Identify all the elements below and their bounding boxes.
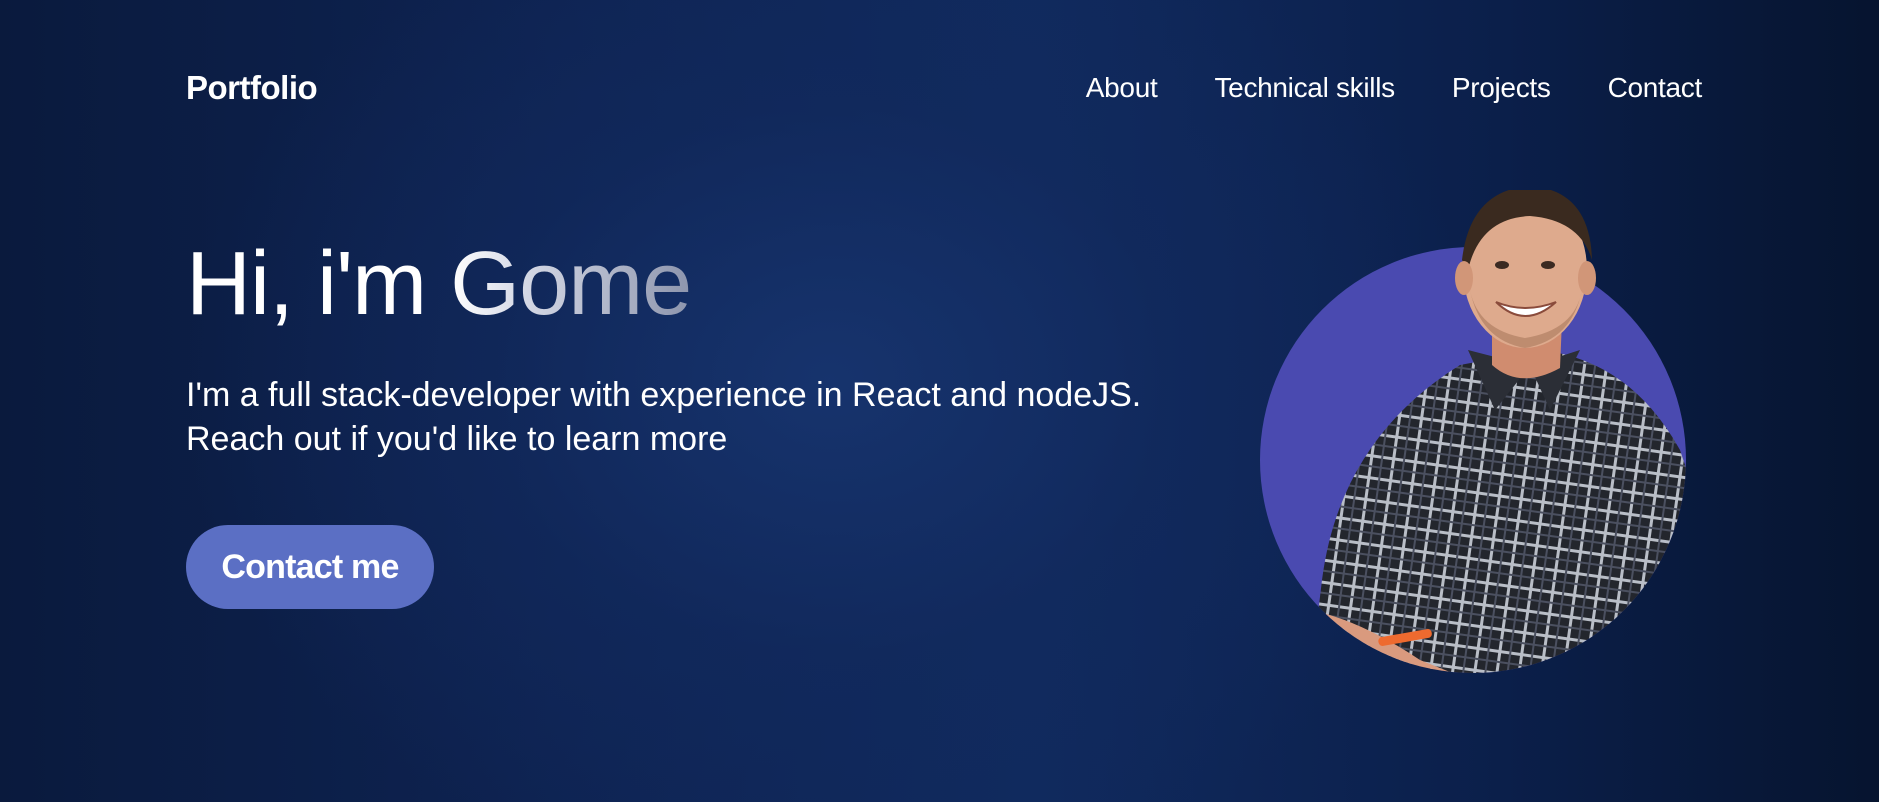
hero-name: Gome [450, 234, 692, 334]
hero-greeting: Hi, i'm [186, 234, 451, 334]
navbar: Portfolio About Technical skills Project… [186, 60, 1702, 116]
hero-title: Hi, i'm Gome [186, 234, 692, 334]
page: Portfolio About Technical skills Project… [0, 0, 1879, 802]
nav-link-projects[interactable]: Projects [1452, 72, 1551, 104]
hero-description-line1: I'm a full stack-developer with experien… [186, 376, 1142, 414]
profile-photo [1230, 190, 1730, 680]
nav-link-contact[interactable]: Contact [1608, 72, 1703, 104]
brand-logo[interactable]: Portfolio [186, 69, 318, 107]
contact-me-button[interactable]: Contact me [186, 525, 434, 609]
nav-link-technical-skills[interactable]: Technical skills [1214, 72, 1395, 104]
nav-links: About Technical skills Projects Contact [1086, 72, 1703, 104]
hero-description-line2: Reach out if you'd like to learn more [186, 420, 728, 458]
profile-photo-icon [1260, 190, 1686, 673]
nav-link-about[interactable]: About [1086, 72, 1158, 104]
hero-description: I'm a full stack-developer with experien… [186, 373, 1186, 461]
